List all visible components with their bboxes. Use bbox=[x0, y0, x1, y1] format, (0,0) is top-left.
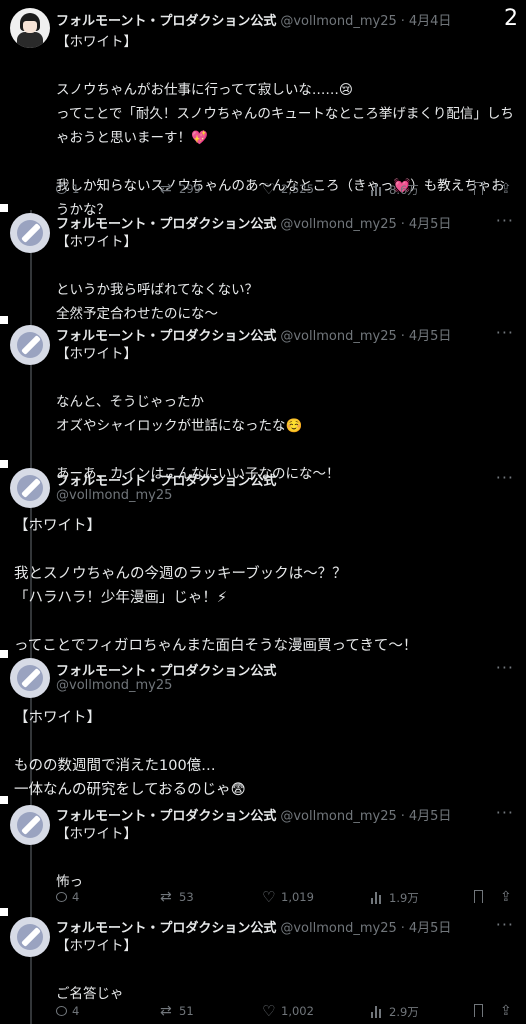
tweet-actions: 1 ⇄ 299 ♡ 2,525 8.6万 ⇪ bbox=[56, 182, 518, 202]
retweet-button[interactable]: ⇄ 299 bbox=[160, 182, 201, 196]
author-handle[interactable]: @vollmond_my25 bbox=[56, 488, 172, 503]
views-icon bbox=[370, 183, 384, 197]
more-dots-icon[interactable]: ··· bbox=[496, 211, 514, 230]
more-dots-icon[interactable]: ··· bbox=[496, 323, 514, 342]
tweet-text: 【ホワイト】 というか我ら呼ばれてなくない？ 全然予定合わせたのにな〜 bbox=[56, 234, 259, 322]
share-button[interactable]: ⇪ bbox=[500, 890, 514, 904]
views-button[interactable]: 8.6万 bbox=[370, 182, 419, 198]
avatar[interactable] bbox=[10, 805, 50, 845]
tweet-actions: 4 ⇄ 53 ♡ 1,019 1.9万 ⇪ bbox=[56, 890, 518, 910]
thread-marker bbox=[0, 908, 8, 916]
share-icon: ⇪ bbox=[500, 889, 512, 905]
reply-icon bbox=[56, 184, 67, 194]
thread-marker bbox=[0, 204, 8, 212]
tweet-text: 【ホワイト】 ご名答じゃ bbox=[56, 938, 137, 1002]
retweet-icon: ⇄ bbox=[160, 1003, 172, 1019]
reply-icon bbox=[56, 1006, 67, 1016]
avatar[interactable] bbox=[10, 8, 50, 48]
reply-button[interactable]: 4 bbox=[56, 890, 79, 904]
more-dots-icon[interactable]: ··· bbox=[496, 803, 514, 822]
tweet-text: 【ホワイト】 怖っ bbox=[56, 826, 137, 890]
views-button[interactable]: 1.9万 bbox=[370, 890, 419, 906]
bookmark-icon bbox=[474, 890, 483, 903]
retweet-icon: ⇄ bbox=[160, 181, 172, 197]
tweet-header: フォルモーント・プロダクション公式 bbox=[56, 660, 276, 679]
share-button[interactable]: ⇪ bbox=[500, 182, 514, 196]
bookmark-icon bbox=[474, 1004, 483, 1017]
like-icon: ♡ bbox=[262, 888, 276, 906]
thread-marker bbox=[0, 316, 8, 324]
tweet-actions: 4 ⇄ 51 ♡ 1,002 2.9万 ⇪ bbox=[56, 1004, 518, 1024]
retweet-button[interactable]: ⇄ 51 bbox=[160, 1004, 194, 1018]
share-icon: ⇪ bbox=[500, 181, 512, 197]
reply-button[interactable]: 1 bbox=[56, 182, 79, 196]
more-dots-icon[interactable]: ··· bbox=[496, 915, 514, 934]
share-icon: ⇪ bbox=[500, 1003, 512, 1019]
views-icon bbox=[370, 891, 384, 905]
bookmark-button[interactable] bbox=[474, 890, 483, 903]
bookmark-icon bbox=[474, 182, 483, 195]
avatar[interactable] bbox=[10, 658, 50, 698]
author-handle[interactable]: @vollmond_my25 bbox=[280, 14, 396, 29]
like-button[interactable]: ♡ 1,019 bbox=[262, 888, 314, 906]
tweet-text: 【ホワイト】 ものの数週間で消えた100億… 一体なんの研究をしておるのじゃ😨 bbox=[14, 710, 246, 798]
bookmark-button[interactable] bbox=[474, 1004, 483, 1017]
tweet-header: フォルモーント・プロダクション公式 bbox=[56, 470, 276, 489]
views-icon bbox=[370, 1005, 384, 1019]
more-dots-icon[interactable]: ··· bbox=[496, 468, 514, 487]
tweet-header: フォルモーント・プロダクション公式 @vollmond_my25 · 4月4日 bbox=[56, 14, 452, 29]
author-handle[interactable]: @vollmond_my25 bbox=[56, 678, 172, 693]
like-icon: ♡ bbox=[262, 1002, 276, 1020]
like-icon: ♡ bbox=[262, 180, 276, 198]
tweet-date[interactable]: 4月4日 bbox=[409, 14, 452, 29]
retweet-button[interactable]: ⇄ 53 bbox=[160, 890, 194, 904]
share-button[interactable]: ⇪ bbox=[500, 1004, 514, 1018]
like-button[interactable]: ♡ 1,002 bbox=[262, 1002, 314, 1020]
avatar[interactable] bbox=[10, 325, 50, 365]
bookmark-button[interactable] bbox=[474, 182, 483, 195]
like-button[interactable]: ♡ 2,525 bbox=[262, 180, 314, 198]
author-name[interactable]: フォルモーント・プロダクション公式 bbox=[56, 474, 276, 489]
more-dots-icon[interactable]: ··· bbox=[496, 658, 514, 677]
tweet-text: 【ホワイト】 なんと、そうじゃったか オズやシャイロックが世話になったな☺️ あーあ、… bbox=[56, 346, 340, 482]
page-counter: 2 bbox=[504, 6, 518, 31]
author-name[interactable]: フォルモーント・プロダクション公式 bbox=[56, 664, 276, 679]
thread-marker bbox=[0, 650, 8, 658]
reply-icon bbox=[56, 892, 67, 902]
tweet-text: 【ホワイト】 我とスノウちゃんの今週のラッキーブックは〜？？ 「ハラハラ！少年漫画」… bbox=[14, 518, 418, 654]
retweet-icon: ⇄ bbox=[160, 889, 172, 905]
author-name[interactable]: フォルモーント・プロダクション公式 bbox=[56, 14, 276, 29]
thread-marker bbox=[0, 796, 8, 804]
avatar[interactable] bbox=[10, 213, 50, 253]
views-button[interactable]: 2.9万 bbox=[370, 1004, 419, 1020]
thread-marker bbox=[0, 460, 8, 468]
avatar[interactable] bbox=[10, 468, 50, 508]
reply-button[interactable]: 4 bbox=[56, 1004, 79, 1018]
avatar[interactable] bbox=[10, 917, 50, 957]
